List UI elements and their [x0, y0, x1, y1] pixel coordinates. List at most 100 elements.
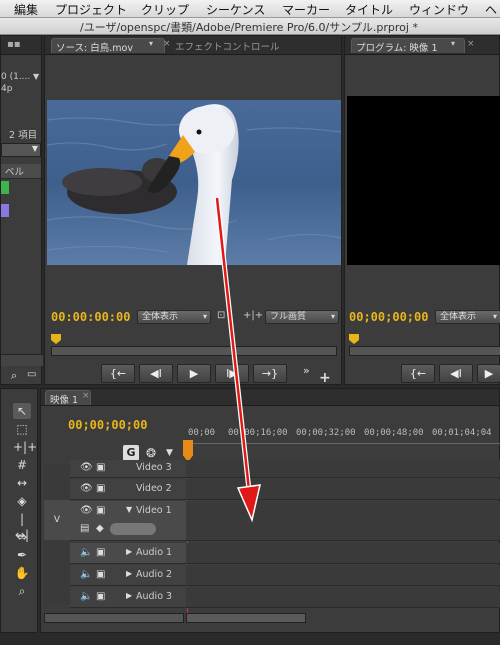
track-name: Audio 3 [136, 591, 173, 602]
track-header-scrollbar[interactable] [44, 613, 184, 623]
lock-icon[interactable]: ▣ [96, 462, 105, 473]
tab-effect-controls[interactable]: エフェクトコントロール [171, 38, 321, 53]
zoom-tool-icon[interactable]: ⌕ [13, 583, 31, 599]
keyframe-icon[interactable]: ◆ [96, 523, 104, 534]
track-name: Audio 2 [136, 569, 173, 580]
speaker-icon[interactable]: 🔈 [80, 547, 92, 558]
project-search-field[interactable]: ▼ [1, 143, 41, 157]
expand-triangle-icon[interactable]: ▼ [126, 505, 132, 514]
tab-effect-label: エフェクトコントロール [175, 42, 280, 53]
track-header-audio2: 🔈 ▣ ▶ Audio 2 [70, 565, 186, 586]
program-timecode[interactable]: 00;00;00;00 [349, 310, 428, 324]
lock-icon[interactable]: ▣ [96, 547, 105, 558]
menu-title[interactable]: タイトル [345, 1, 393, 18]
info-dropdown-icon[interactable]: ▼ [33, 72, 39, 81]
program-monitor-panel: プログラム: 映像 1 ▾ × 00;00;00;00 全体表示 {← ◀I ▶ [344, 35, 500, 385]
expand-triangle-icon[interactable]: ▶ [126, 591, 132, 600]
menu-bar: 編集 プロジェクト クリップ シーケンス マーカー タイトル ウィンドウ ヘ [0, 0, 500, 18]
ruler-label: 00;00;48;00 [364, 428, 424, 438]
menu-edit[interactable]: 編集 [14, 1, 38, 18]
track-lane-audio1[interactable] [186, 543, 500, 564]
track-name: Video 1 [136, 505, 172, 516]
folder-icon[interactable]: ▭ [27, 369, 36, 380]
menu-window[interactable]: ウィンドウ [409, 1, 469, 18]
step-back-to-in-button[interactable]: {← [101, 364, 135, 383]
close-icon[interactable]: × [163, 39, 171, 49]
expand-triangle-icon[interactable]: ▶ [126, 569, 132, 578]
more-buttons-icon[interactable]: » [303, 364, 310, 377]
timeline-zoom-scrollbar[interactable] [186, 613, 306, 623]
timeline-timecode[interactable]: 00;00;00;00 [68, 418, 147, 432]
project-scrollbar[interactable] [1, 354, 43, 366]
track-header-audio3: 🔈 ▣ ▶ Audio 3 [70, 587, 186, 608]
menu-project[interactable]: プロジェクト [55, 1, 127, 18]
timeline-tabs: 映像 1 × [41, 389, 499, 406]
expand-triangle-icon[interactable]: ▶ [126, 547, 132, 556]
menu-sequence[interactable]: シーケンス [206, 1, 265, 18]
source-time-ruler[interactable] [51, 346, 337, 356]
tools-panel: ↖ ⬚ +|+ # ↔ ◈ |↔| ⇔ ✒ ✋ ⌕ [0, 388, 38, 633]
project-info-1: 0 (1.... [1, 72, 31, 82]
source-video-frame [47, 100, 341, 265]
tab-source[interactable]: ソース: 白鳥.mov [51, 38, 165, 54]
lock-icon[interactable]: ▣ [96, 505, 105, 516]
tab-menu-icon[interactable]: ▾ [451, 39, 455, 48]
selection-tool-icon[interactable]: ↖ [13, 403, 31, 419]
rolling-edit-tool-icon[interactable]: # [13, 457, 31, 473]
playhead-marker[interactable] [51, 334, 61, 344]
track-select-tool-icon[interactable]: ⬚ [13, 421, 31, 437]
snap-icon[interactable]: G [123, 445, 139, 461]
project-item-count: 2 項目 [9, 130, 38, 141]
speaker-icon[interactable]: 🔈 [80, 591, 92, 602]
program-step-back-to-in-button[interactable]: {← [401, 364, 435, 383]
window-title-bar: /ユーザ/openspc/書類/Adobe/Premiere Pro/6.0/サ… [0, 18, 500, 35]
track-header-audio1: 🔈 ▣ ▶ Audio 1 [70, 543, 186, 564]
track-header-video2: 👁 ▣ Video 2 [70, 479, 186, 500]
pen-tool-icon[interactable]: ✒ [13, 547, 31, 563]
hand-tool-icon[interactable]: ✋ [13, 565, 31, 581]
lock-icon[interactable]: ▣ [96, 591, 105, 602]
keyframe-nav[interactable] [110, 523, 156, 535]
slide-tool-icon[interactable]: ⇔ [13, 529, 31, 545]
panel-menu-icon[interactable]: ▪▪ [7, 39, 21, 50]
display-style-icon[interactable]: ▤ [80, 523, 89, 534]
track-lane-audio3[interactable] [186, 587, 500, 608]
menu-help[interactable]: ヘ [485, 1, 497, 18]
speaker-icon[interactable]: 🔈 [80, 569, 92, 580]
label-column-header[interactable]: ベル [1, 164, 41, 179]
source-quality-select[interactable]: フル画質 [265, 310, 339, 324]
track-header-video1: 👁 ▣ ▼ Video 1 ▤ ◆ [70, 501, 186, 541]
lock-icon[interactable]: ▣ [96, 483, 105, 494]
tab-menu-icon[interactable]: ▾ [149, 39, 153, 48]
tab-program[interactable]: プログラム: 映像 1 [351, 38, 465, 54]
track-name: Video 2 [136, 483, 172, 494]
eye-icon[interactable]: 👁 [80, 483, 93, 494]
slip-tool-icon[interactable]: |↔| [13, 511, 31, 542]
add-marker-icon[interactable]: ▼ [166, 448, 173, 458]
video-target[interactable]: V [44, 500, 70, 540]
close-icon[interactable]: × [467, 39, 475, 49]
marker-icon[interactable]: ❂ [146, 446, 156, 460]
add-button-icon[interactable]: + [319, 370, 331, 386]
project-panel-header: ▪▪ [1, 36, 41, 55]
source-timecode[interactable]: 00:00:00:00 [51, 310, 130, 324]
menu-clip[interactable]: クリップ [141, 1, 189, 18]
eye-icon[interactable]: 👁 [80, 462, 93, 473]
menu-marker[interactable]: マーカー [282, 1, 330, 18]
lock-icon[interactable]: ▣ [96, 569, 105, 580]
close-icon[interactable]: × [82, 391, 90, 401]
chevron-down-icon: ▼ [31, 144, 38, 153]
eye-icon[interactable]: 👁 [80, 505, 93, 516]
program-play-button[interactable]: ▶ [477, 364, 500, 383]
step-back-button[interactable]: ◀I [139, 364, 173, 383]
program-step-back-button[interactable]: ◀I [439, 364, 473, 383]
program-playhead-marker[interactable] [349, 334, 359, 344]
track-lane-audio2[interactable] [186, 565, 500, 586]
razor-tool-icon[interactable]: ◈ [13, 493, 31, 509]
ruler-label: 00;00;32;00 [296, 428, 356, 438]
ripple-edit-tool-icon[interactable]: +|+ [13, 439, 37, 455]
search-icon[interactable]: ⌕ [11, 369, 17, 383]
rate-stretch-tool-icon[interactable]: ↔ [13, 475, 31, 491]
program-zoom-select[interactable]: 全体表示 [435, 310, 500, 324]
program-time-ruler[interactable] [349, 346, 500, 356]
